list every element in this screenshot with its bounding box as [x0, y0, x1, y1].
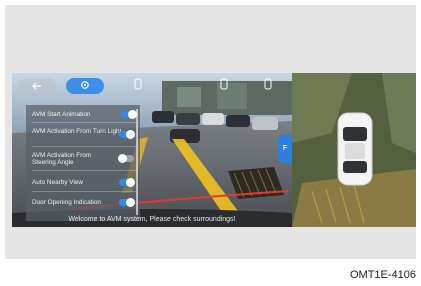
- menu-divider: [32, 122, 136, 123]
- menu-item-label: AVM Activation From Turn Light: [32, 128, 122, 135]
- auto-nearby-view-toggle[interactable]: [119, 178, 135, 187]
- menu-divider: [32, 170, 136, 171]
- avm-display: AVM Start Animation AVM Activation From …: [12, 73, 416, 227]
- menu-item-start-animation[interactable]: AVM Start Animation: [32, 110, 140, 119]
- settings-menu: AVM Start Animation AVM Activation From …: [26, 105, 140, 221]
- car-view-icon: [220, 77, 228, 95]
- start-animation-toggle[interactable]: [121, 110, 137, 119]
- welcome-banner: Welcome to AVM system, Please check surr…: [68, 216, 236, 223]
- menu-divider: [32, 146, 136, 147]
- menu-item-label: AVM Activation From Steering Angle: [32, 152, 92, 166]
- door-opening-toggle[interactable]: [119, 198, 135, 207]
- view-mode-button-1[interactable]: [132, 77, 144, 95]
- steering-angle-toggle[interactable]: [118, 154, 134, 163]
- car-view-icon: [264, 77, 272, 95]
- view-mode-button-3[interactable]: [262, 77, 274, 95]
- turn-light-toggle[interactable]: [119, 130, 135, 139]
- back-button[interactable]: [18, 78, 56, 94]
- menu-item-label: Auto Nearby View: [32, 179, 84, 186]
- top-view-panel: [292, 73, 416, 227]
- view-mode-button-2[interactable]: [218, 77, 230, 95]
- front-view-tab[interactable]: F: [278, 135, 292, 163]
- menu-divider: [32, 191, 136, 192]
- back-arrow-icon: [32, 77, 42, 95]
- menu-item-label: Door Opening Indication: [32, 199, 101, 206]
- menu-item-label: AVM Start Animation: [32, 111, 91, 118]
- figure-code: OMT1E-4106: [349, 269, 416, 281]
- menu-item-turn-light[interactable]: AVM Activation From Turn Light: [32, 128, 124, 135]
- gear-icon: [80, 77, 90, 95]
- menu-scrollbar[interactable]: [136, 109, 138, 215]
- car-view-icon: [134, 77, 142, 95]
- menu-item-steering-angle[interactable]: AVM Activation From Steering Angle: [32, 152, 112, 166]
- top-toolbar: [12, 73, 292, 99]
- settings-button[interactable]: [66, 78, 104, 94]
